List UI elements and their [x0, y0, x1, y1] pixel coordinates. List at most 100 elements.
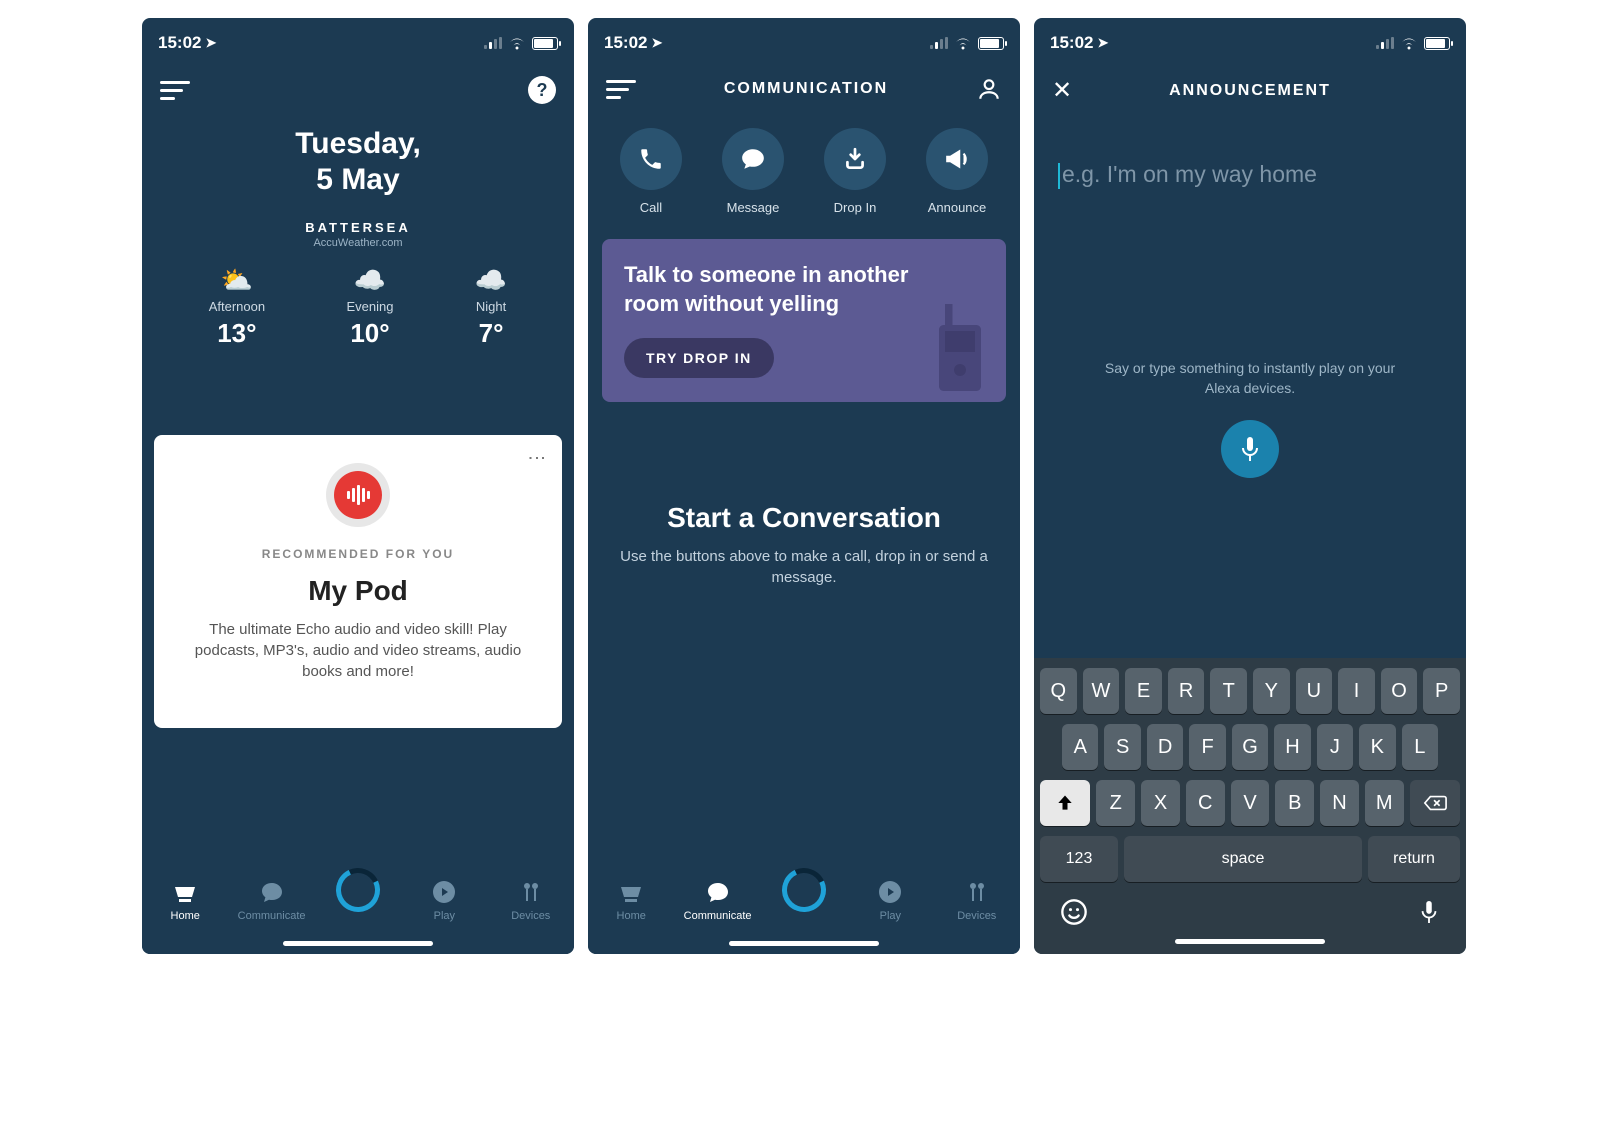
- dropin-promo-card[interactable]: Talk to someone in another room without …: [602, 239, 1006, 402]
- card-title: My Pod: [176, 575, 540, 607]
- key-space[interactable]: space: [1124, 836, 1362, 882]
- close-button[interactable]: ✕: [1052, 76, 1080, 105]
- ios-keyboard: Q W E R T Y U I O P A S D F G H J K L Z …: [1034, 658, 1466, 954]
- microphone-button[interactable]: [1221, 420, 1279, 478]
- tab-communicate[interactable]: Communicate: [683, 878, 753, 922]
- wifi-icon: [1400, 37, 1418, 50]
- tab-devices[interactable]: Devices: [942, 878, 1012, 922]
- key-e[interactable]: E: [1125, 668, 1162, 714]
- card-description: The ultimate Echo audio and video skill!…: [176, 619, 540, 682]
- key-t[interactable]: T: [1210, 668, 1247, 714]
- bottom-tab-bar: Home Communicate Play Devices: [142, 870, 574, 954]
- battery-icon: [532, 37, 558, 50]
- key-g[interactable]: G: [1232, 724, 1268, 770]
- weather-cell: ☁️ Night 7°: [475, 267, 507, 349]
- key-a[interactable]: A: [1062, 724, 1098, 770]
- top-nav: ?: [142, 62, 574, 114]
- key-d[interactable]: D: [1147, 724, 1183, 770]
- status-bar: 15:02➤: [588, 18, 1020, 62]
- key-i[interactable]: I: [1338, 668, 1375, 714]
- tab-alexa[interactable]: [769, 878, 839, 910]
- quick-actions-row: Call Message Drop In Announce: [588, 116, 1020, 215]
- quick-dropin[interactable]: Drop In: [824, 128, 886, 215]
- status-bar: 15:02➤: [1034, 18, 1466, 62]
- card-eyebrow: RECOMMENDED FOR YOU: [176, 547, 540, 561]
- weather-cell: ☁️ Evening 10°: [347, 267, 394, 349]
- location-name: BATTERSEA: [142, 220, 574, 235]
- page-title: ANNOUNCEMENT: [1080, 82, 1420, 100]
- quick-message[interactable]: Message: [722, 128, 784, 215]
- keyboard-row-2: A S D F G H J K L: [1040, 724, 1460, 770]
- contacts-button[interactable]: [976, 76, 1002, 102]
- cellular-icon: [484, 37, 502, 49]
- battery-icon: [1424, 37, 1450, 50]
- keyboard-row-3: Z X C V B N M: [1040, 780, 1460, 826]
- home-indicator[interactable]: [729, 941, 879, 946]
- tab-home[interactable]: Home: [596, 878, 666, 922]
- location-block[interactable]: BATTERSEA AccuWeather.com: [142, 220, 574, 249]
- key-x[interactable]: X: [1141, 780, 1180, 826]
- dictation-button[interactable]: [1418, 898, 1440, 931]
- tab-devices[interactable]: Devices: [496, 878, 566, 922]
- battery-icon: [978, 37, 1004, 50]
- weather-icon: ☁️: [347, 267, 394, 293]
- location-arrow-icon: ➤: [205, 35, 216, 51]
- input-placeholder: e.g. I'm on my way home: [1062, 161, 1317, 187]
- key-return[interactable]: return: [1368, 836, 1460, 882]
- home-indicator[interactable]: [283, 941, 433, 946]
- start-conversation-block: Start a Conversation Use the buttons abo…: [588, 502, 1020, 588]
- quick-call[interactable]: Call: [620, 128, 682, 215]
- date-heading: Tuesday, 5 May: [142, 126, 574, 198]
- key-u[interactable]: U: [1296, 668, 1333, 714]
- recommendation-card[interactable]: ⋮ RECOMMENDED FOR YOU My Pod The ultimat…: [154, 435, 562, 728]
- location-arrow-icon: ➤: [1097, 35, 1108, 51]
- announcement-input[interactable]: e.g. I'm on my way home: [1058, 161, 1442, 189]
- menu-button[interactable]: [160, 81, 190, 100]
- key-m[interactable]: M: [1365, 780, 1404, 826]
- key-z[interactable]: Z: [1096, 780, 1135, 826]
- tab-play[interactable]: Play: [855, 878, 925, 922]
- card-more-button[interactable]: ⋮: [526, 449, 548, 467]
- wifi-icon: [508, 37, 526, 50]
- key-s[interactable]: S: [1104, 724, 1140, 770]
- page-title: COMMUNICATION: [636, 80, 976, 98]
- skill-icon: [326, 463, 390, 527]
- key-j[interactable]: J: [1317, 724, 1353, 770]
- status-bar: 15:02➤: [142, 18, 574, 62]
- walkie-talkie-icon: [930, 304, 990, 394]
- key-b[interactable]: B: [1275, 780, 1314, 826]
- key-k[interactable]: K: [1359, 724, 1395, 770]
- conversation-title: Start a Conversation: [618, 502, 990, 534]
- conversation-body: Use the buttons above to make a call, dr…: [618, 546, 990, 588]
- quick-announce[interactable]: Announce: [926, 128, 988, 215]
- keyboard-row-4: 123 space return: [1040, 836, 1460, 882]
- key-numbers[interactable]: 123: [1040, 836, 1118, 882]
- key-h[interactable]: H: [1274, 724, 1310, 770]
- key-backspace[interactable]: [1410, 780, 1460, 826]
- key-p[interactable]: P: [1423, 668, 1460, 714]
- home-indicator[interactable]: [1175, 939, 1325, 944]
- cellular-icon: [1376, 37, 1394, 49]
- key-l[interactable]: L: [1402, 724, 1438, 770]
- tab-home[interactable]: Home: [150, 878, 220, 922]
- key-y[interactable]: Y: [1253, 668, 1290, 714]
- key-o[interactable]: O: [1381, 668, 1418, 714]
- alexa-ring-icon: [330, 862, 386, 918]
- tab-play[interactable]: Play: [409, 878, 479, 922]
- tab-communicate[interactable]: Communicate: [237, 878, 307, 922]
- key-r[interactable]: R: [1168, 668, 1205, 714]
- key-f[interactable]: F: [1189, 724, 1225, 770]
- key-shift[interactable]: [1040, 780, 1090, 826]
- emoji-button[interactable]: [1060, 898, 1088, 931]
- key-n[interactable]: N: [1320, 780, 1359, 826]
- promo-cta-button[interactable]: TRY DROP IN: [624, 338, 774, 378]
- key-q[interactable]: Q: [1040, 668, 1077, 714]
- key-c[interactable]: C: [1186, 780, 1225, 826]
- menu-button[interactable]: [606, 80, 636, 99]
- announcement-hint: Say or type something to instantly play …: [1058, 359, 1442, 398]
- help-button[interactable]: ?: [528, 76, 556, 104]
- key-w[interactable]: W: [1083, 668, 1120, 714]
- tab-alexa[interactable]: [323, 878, 393, 910]
- key-v[interactable]: V: [1231, 780, 1270, 826]
- text-caret: [1058, 163, 1060, 189]
